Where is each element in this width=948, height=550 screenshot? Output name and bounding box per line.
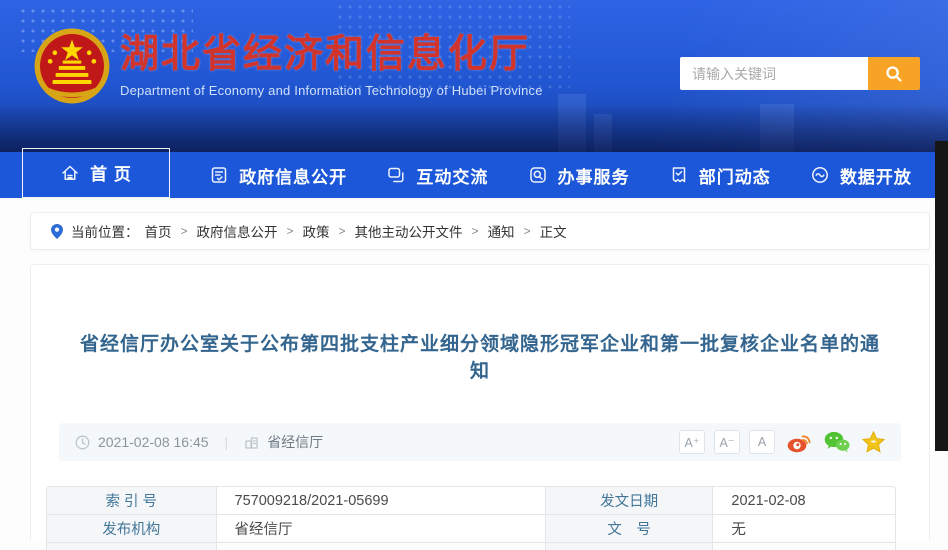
breadcrumb: 当前位置： 首页 > 政府信息公开 > 政策 > 其他主动公开文件 > 通知 >… [30, 212, 930, 250]
scrollbar-thumb[interactable] [935, 141, 948, 451]
location-pin-icon [51, 224, 63, 239]
site-header: 湖北省经济和信息化厅 Department of Economy and Inf… [0, 0, 948, 152]
info-table: 索 引 号 757009218/2021-05699 发文日期 2021-02-… [46, 486, 896, 550]
chat-icon [386, 165, 406, 185]
breadcrumb-separator: > [524, 224, 531, 238]
nav-item-services[interactable]: 办事服务 [528, 152, 630, 198]
table-label-category: 分 类 [47, 543, 217, 550]
publish-time: 2021-02-08 16:45 [98, 434, 209, 450]
nav-label: 数据开放 [840, 163, 912, 188]
table-label-validity: 有 效 性 [546, 543, 714, 550]
breadcrumb-item-policy[interactable]: 政策 [303, 221, 330, 241]
nav-label: 互动交流 [416, 163, 488, 188]
site-title: 湖北省经济和信息化厅 [120, 34, 543, 77]
font-decrease-button[interactable]: A⁻ [714, 430, 740, 454]
page: 湖北省经济和信息化厅 Department of Economy and Inf… [0, 0, 948, 550]
meta-divider: | [225, 434, 229, 450]
nav-label: 部门动态 [699, 163, 771, 188]
breadcrumb-item-other-docs[interactable]: 其他主动公开文件 [355, 221, 463, 241]
breadcrumb-separator: > [472, 224, 479, 238]
breadcrumb-item-notice[interactable]: 通知 [488, 221, 515, 241]
table-label-publisher: 发布机构 [47, 515, 217, 543]
table-row: 发布机构 省经信厅 文 号 无 [47, 515, 895, 543]
breadcrumb-item-current: 正文 [540, 221, 567, 241]
nav-item-interaction[interactable]: 互动交流 [386, 152, 488, 198]
organization-icon [244, 435, 259, 450]
article-card: 省经信厅办公室关于公布第四批支柱产业细分领域隐形冠军企业和第一批复核企业名单的通… [30, 264, 930, 540]
article-source: 省经信厅 [267, 432, 323, 452]
table-value-publisher: 省经信厅 [217, 515, 546, 543]
breadcrumb-separator: > [287, 224, 294, 238]
article-meta-tools: A⁺ A⁻ A [679, 430, 885, 454]
table-label-index-no: 索 引 号 [47, 487, 217, 515]
clock-icon [75, 435, 90, 450]
nav-label: 政府信息公开 [239, 163, 347, 188]
nav-item-gov-info[interactable]: 政府信息公开 [209, 152, 347, 198]
font-increase-button[interactable]: A⁺ [679, 430, 705, 454]
search-icon [884, 64, 904, 84]
header-skyline-silhouette [0, 104, 948, 152]
nav-item-home[interactable]: 首 页 [22, 148, 170, 198]
main-nav: 首 页 政府信息公开 互动交流 办事服务 [0, 152, 948, 198]
site-subtitle: Department of Economy and Information Te… [120, 83, 543, 98]
breadcrumb-item-gov-info[interactable]: 政府信息公开 [197, 221, 278, 241]
nav-item-open-data[interactable]: 数据开放 [810, 152, 912, 198]
table-row: 索 引 号 757009218/2021-05699 发文日期 2021-02-… [47, 487, 895, 515]
nav-label: 办事服务 [558, 163, 630, 188]
search-button[interactable] [868, 57, 920, 90]
article-meta-left: 2021-02-08 16:45 | 省经信厅 [75, 432, 323, 452]
breadcrumb-separator: > [339, 224, 346, 238]
article-meta-bar: 2021-02-08 16:45 | 省经信厅 A⁺ A⁻ A [59, 423, 901, 461]
table-value-issue-date: 2021-02-08 [713, 487, 895, 515]
nav-item-news[interactable]: 部门动态 [669, 152, 771, 198]
wechat-icon[interactable] [824, 431, 850, 453]
nav-label: 首 页 [90, 160, 132, 185]
table-value-doc-no: 无 [713, 515, 895, 543]
site-brand: 湖北省经济和信息化厅 Department of Economy and Inf… [33, 27, 543, 105]
article-title: 省经信厅办公室关于公布第四批支柱产业细分领域隐形冠军企业和第一批复核企业名单的通… [31, 329, 929, 383]
breadcrumb-item-home[interactable]: 首页 [145, 221, 172, 241]
table-value-category: 其他 [217, 543, 546, 550]
table-label-doc-no: 文 号 [546, 515, 714, 543]
table-row: 分 类 其他 有 效 性 有效 [47, 543, 895, 550]
table-value-index-no: 757009218/2021-05699 [217, 487, 546, 515]
national-emblem-icon [33, 27, 111, 105]
table-label-issue-date: 发文日期 [546, 487, 714, 515]
weibo-icon[interactable] [787, 432, 812, 453]
star-favorite-icon[interactable] [862, 431, 885, 453]
font-reset-button[interactable]: A [749, 430, 775, 454]
search-input[interactable] [680, 57, 868, 90]
badge-icon [669, 165, 689, 185]
brand-text: 湖北省经济和信息化厅 Department of Economy and Inf… [120, 34, 543, 98]
home-icon [60, 163, 80, 183]
service-search-icon [528, 165, 548, 185]
breadcrumb-label: 当前位置： [71, 221, 139, 241]
table-value-validity: 有效 [713, 543, 895, 550]
breadcrumb-separator: > [181, 224, 188, 238]
site-search [680, 57, 920, 90]
data-wave-icon [810, 165, 830, 185]
document-icon [209, 165, 229, 185]
